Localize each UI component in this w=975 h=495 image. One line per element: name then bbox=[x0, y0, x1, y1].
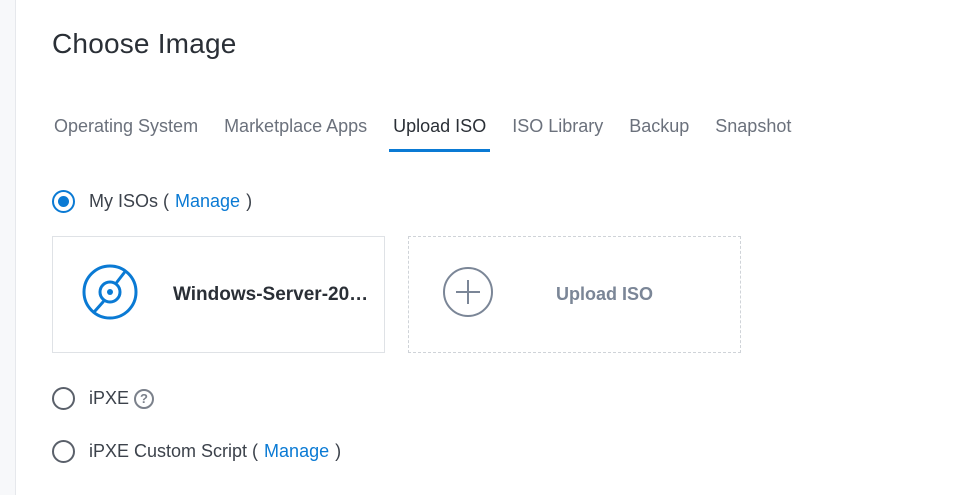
page-title: Choose Image bbox=[52, 28, 237, 59]
my-isos-label: My ISOs bbox=[89, 191, 159, 211]
iso-card-windows-server[interactable]: Windows-Server-20… bbox=[52, 236, 385, 353]
left-border bbox=[0, 0, 16, 495]
ipxe-custom-script-radio[interactable] bbox=[52, 440, 75, 463]
my-isos-close-paren: ) bbox=[246, 191, 253, 211]
tab-upload-iso[interactable]: Upload ISO bbox=[389, 104, 491, 152]
iso-card-name: Windows-Server-20… bbox=[173, 283, 369, 305]
ipxe-label: iPXE bbox=[89, 388, 130, 408]
plus-circle-icon bbox=[442, 266, 494, 323]
tab-operating-system[interactable]: Operating System bbox=[52, 104, 200, 152]
tab-iso-library[interactable]: ISO Library bbox=[510, 104, 605, 152]
image-source-tabs: Operating System Marketplace Apps Upload… bbox=[52, 104, 815, 152]
my-isos-open-paren: ( bbox=[163, 191, 170, 211]
ipxe-custom-script-label: iPXE Custom Script bbox=[89, 441, 248, 461]
tab-marketplace-apps[interactable]: Marketplace Apps bbox=[222, 104, 369, 152]
ipxe-custom-close-paren: ) bbox=[335, 441, 342, 461]
ipxe-option: iPXE ? bbox=[52, 387, 155, 410]
my-isos-manage-link[interactable]: Manage bbox=[175, 191, 240, 212]
ipxe-custom-open-paren: ( bbox=[252, 441, 259, 461]
my-isos-radio[interactable] bbox=[52, 190, 75, 213]
ipxe-custom-manage-link[interactable]: Manage bbox=[264, 441, 329, 462]
upload-iso-label: Upload ISO bbox=[556, 284, 654, 304]
ipxe-custom-script-option: iPXE Custom Script ( Manage ) bbox=[52, 440, 341, 463]
upload-iso-card[interactable]: Upload ISO bbox=[408, 236, 741, 353]
help-icon[interactable]: ? bbox=[134, 388, 155, 409]
ipxe-radio[interactable] bbox=[52, 387, 75, 410]
tab-snapshot[interactable]: Snapshot bbox=[713, 104, 793, 152]
my-isos-option: My ISOs ( Manage ) bbox=[52, 190, 252, 213]
tab-backup[interactable]: Backup bbox=[627, 104, 691, 152]
disc-icon bbox=[82, 264, 138, 325]
